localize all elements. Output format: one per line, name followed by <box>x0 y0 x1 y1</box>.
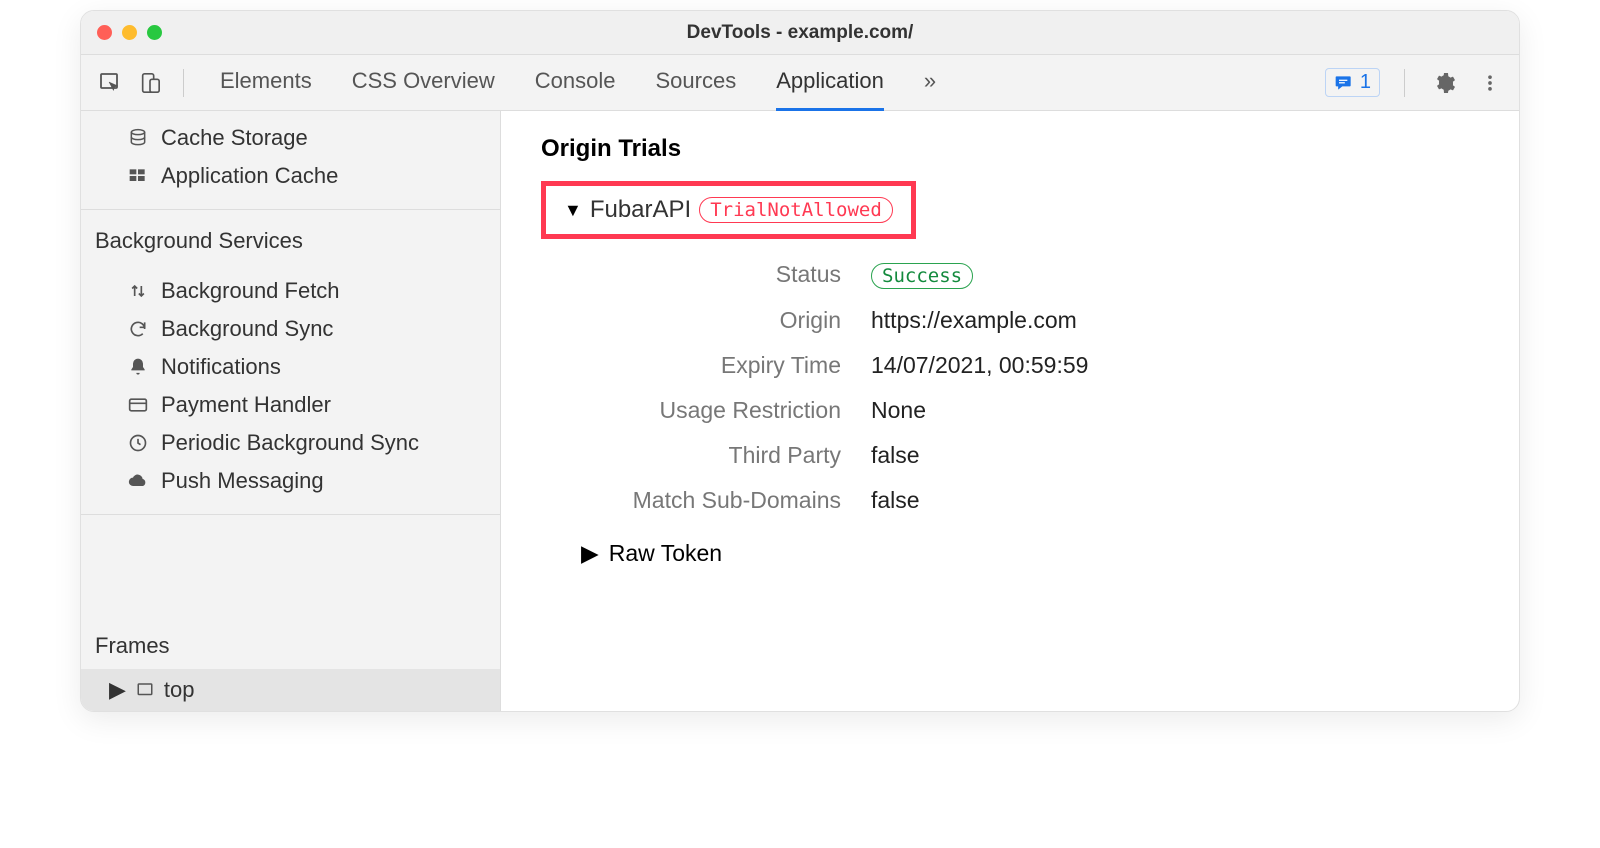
updown-arrows-icon <box>127 281 149 301</box>
sidebar-item-push-messaging[interactable]: Push Messaging <box>81 462 500 500</box>
sidebar-section-background-services[interactable]: Background Services <box>81 210 500 264</box>
sidebar-item-cache-storage[interactable]: Cache Storage <box>81 119 500 157</box>
sidebar-item-background-sync[interactable]: Background Sync <box>81 310 500 348</box>
cloud-icon <box>127 471 149 491</box>
origin-trial-details: Status Success Origin https://example.co… <box>541 261 1479 514</box>
sidebar-item-label: Background Fetch <box>161 278 340 304</box>
detail-value: 14/07/2021, 00:59:59 <box>871 352 1479 379</box>
frame-icon <box>136 681 154 699</box>
gear-icon[interactable] <box>1429 68 1459 98</box>
detail-value: https://example.com <box>871 307 1479 334</box>
status-badge: TrialNotAllowed <box>699 197 893 223</box>
tab-sources[interactable]: Sources <box>655 54 736 111</box>
tab-console[interactable]: Console <box>535 54 616 111</box>
detail-key: Usage Restriction <box>541 397 841 424</box>
detail-value: false <box>871 442 1479 469</box>
kebab-menu-icon[interactable] <box>1475 68 1505 98</box>
content-area: Cache Storage Application Cache Backgrou… <box>81 111 1519 711</box>
database-icon <box>127 128 149 148</box>
inspect-element-icon[interactable] <box>95 68 125 98</box>
chevron-right-icon: ▶ <box>581 540 599 567</box>
sidebar-item-label: Notifications <box>161 354 281 380</box>
origin-trial-name: FubarAPI <box>590 196 691 224</box>
sidebar-item-label: Payment Handler <box>161 392 331 418</box>
traffic-lights <box>97 25 162 40</box>
bell-icon <box>127 357 149 377</box>
sidebar-item-application-cache[interactable]: Application Cache <box>81 157 500 195</box>
frames-item-label: top <box>164 677 195 703</box>
origin-trial-row[interactable]: ▼ FubarAPI TrialNotAllowed <box>541 181 916 239</box>
sidebar-item-label: Background Sync <box>161 316 333 342</box>
close-icon[interactable] <box>97 25 112 40</box>
detail-value: false <box>871 487 1479 514</box>
sync-icon <box>127 319 149 339</box>
raw-token-row[interactable]: ▶ Raw Token <box>581 540 1479 567</box>
detail-key: Status <box>541 261 841 289</box>
sidebar-item-periodic-background-sync[interactable]: Periodic Background Sync <box>81 424 500 462</box>
detail-key: Match Sub-Domains <box>541 487 841 514</box>
zoom-icon[interactable] <box>147 25 162 40</box>
separator <box>183 69 184 97</box>
separator <box>1404 69 1405 97</box>
window-title: DevTools - example.com/ <box>81 22 1519 44</box>
clock-icon <box>127 433 149 453</box>
titlebar: DevTools - example.com/ <box>81 11 1519 55</box>
chevron-down-icon: ▼ <box>564 200 582 221</box>
sidebar-section-frames[interactable]: Frames <box>81 615 500 669</box>
tabs-overflow[interactable]: » <box>924 54 936 111</box>
sidebar-item-label: Application Cache <box>161 163 338 189</box>
minimize-icon[interactable] <box>122 25 137 40</box>
detail-key: Expiry Time <box>541 352 841 379</box>
tab-css-overview[interactable]: CSS Overview <box>352 54 495 111</box>
status-badge: Success <box>871 263 973 289</box>
device-toolbar-icon[interactable] <box>135 68 165 98</box>
card-icon <box>127 395 149 415</box>
sidebar-item-label: Periodic Background Sync <box>161 430 419 456</box>
grid-icon <box>127 166 149 186</box>
detail-key: Origin <box>541 307 841 334</box>
raw-token-label: Raw Token <box>609 540 722 567</box>
divider <box>81 514 500 515</box>
detail-key: Third Party <box>541 442 841 469</box>
panel-tabs: Elements CSS Overview Console Sources Ap… <box>220 54 936 111</box>
panel-heading: Origin Trials <box>541 135 1479 163</box>
tab-elements[interactable]: Elements <box>220 54 312 111</box>
issues-count: 1 <box>1360 71 1371 94</box>
sidebar-item-label: Push Messaging <box>161 468 324 494</box>
application-sidebar: Cache Storage Application Cache Backgrou… <box>81 111 501 711</box>
chevron-right-icon: ▶ <box>109 677 126 703</box>
devtools-window: DevTools - example.com/ Elements CSS Ove… <box>80 10 1520 712</box>
origin-trials-panel: Origin Trials ▼ FubarAPI TrialNotAllowed… <box>501 111 1519 711</box>
tab-application[interactable]: Application <box>776 54 884 111</box>
frames-item-top[interactable]: ▶ top <box>81 669 500 711</box>
sidebar-item-notifications[interactable]: Notifications <box>81 348 500 386</box>
issues-badge[interactable]: 1 <box>1325 68 1380 97</box>
devtools-toolbar: Elements CSS Overview Console Sources Ap… <box>81 55 1519 111</box>
detail-value: None <box>871 397 1479 424</box>
sidebar-item-payment-handler[interactable]: Payment Handler <box>81 386 500 424</box>
sidebar-item-label: Cache Storage <box>161 125 308 151</box>
sidebar-item-background-fetch[interactable]: Background Fetch <box>81 272 500 310</box>
